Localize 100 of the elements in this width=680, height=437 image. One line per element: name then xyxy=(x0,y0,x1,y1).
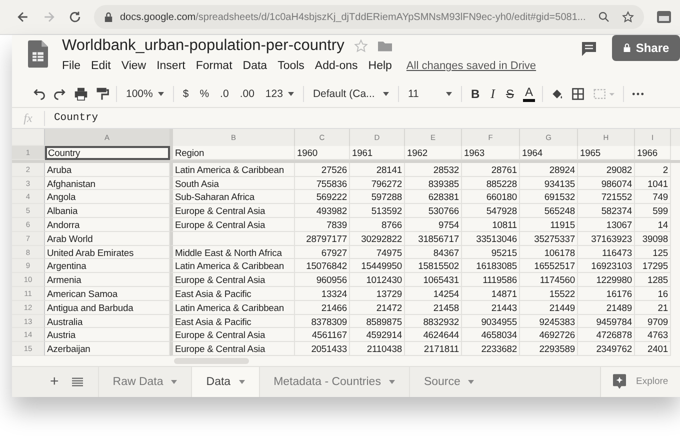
table-cell: 1965 xyxy=(580,147,600,158)
percent-button[interactable]: % xyxy=(198,88,212,100)
table-cell: 513592 xyxy=(371,205,402,216)
table-cell: 4592914 xyxy=(366,329,402,340)
table-cell: Sub-Saharan Africa xyxy=(175,191,254,202)
menu-item[interactable]: Format xyxy=(196,60,232,72)
menu-item[interactable]: Insert xyxy=(156,60,186,72)
table-cell: 33513046 xyxy=(476,232,517,244)
table-cell: Aruba xyxy=(47,164,72,175)
table-cell: American Samoa xyxy=(47,288,118,299)
table-cell: 14 xyxy=(658,218,668,230)
table-cell: 21458 xyxy=(433,302,459,313)
zoom-dropdown[interactable]: 100% xyxy=(124,88,166,100)
table-cell: 21466 xyxy=(321,302,347,313)
explore-button[interactable]: Explore xyxy=(600,366,680,397)
table-cell: 1964 xyxy=(522,147,542,158)
table-cell: 21 xyxy=(658,302,668,313)
table-cell: 1012430 xyxy=(366,274,402,286)
table-cell: 21472 xyxy=(376,302,402,313)
table-cell: 11915 xyxy=(550,218,575,230)
table-cell: 4658034 xyxy=(481,329,517,340)
address-bar[interactable]: docs.google.com/spreadsheets/d/1c0aH4sbjszKj_djTddERiemAYpSMNsM93lFN9ec-yh0/edit#gid=5081... xyxy=(94,5,644,29)
table-cell: 15076842 xyxy=(306,260,347,272)
table-cell: 14871 xyxy=(491,288,517,299)
table-cell: 1229980 xyxy=(596,274,632,286)
table-cell: 16 xyxy=(658,288,668,299)
share-button[interactable]: Share xyxy=(612,35,680,61)
save-status-link[interactable]: All changes saved in Drive xyxy=(406,60,536,72)
table-cell: 1963 xyxy=(464,147,484,158)
table-cell: 2 xyxy=(662,164,668,175)
font-dropdown[interactable]: Default (Ca... xyxy=(310,88,391,100)
table-cell: 660180 xyxy=(486,191,517,202)
table-cell: 1960 xyxy=(297,147,318,158)
decrease-decimals-button[interactable]: .0 xyxy=(218,88,231,100)
increase-decimals-button[interactable]: .00 xyxy=(238,88,256,100)
table-cell: Latin America & Caribbean xyxy=(175,302,284,313)
menu-item[interactable]: Add-ons xyxy=(314,60,358,72)
table-cell: 1041 xyxy=(648,178,668,189)
table-cell: 84367 xyxy=(433,246,459,258)
document-title[interactable]: Worldbank_urban-population-per-country xyxy=(62,37,344,55)
table-cell: Argentina xyxy=(47,260,86,272)
table-cell: 960956 xyxy=(316,274,347,286)
table-cell: Europe & Central Asia xyxy=(175,329,266,340)
table-cell: 1962 xyxy=(407,147,428,158)
menu-item[interactable]: Tools xyxy=(278,60,304,72)
table-cell: 4692726 xyxy=(539,329,575,340)
table-cell: Azerbaijan xyxy=(47,343,90,354)
table-cell: 721552 xyxy=(601,191,632,202)
table-cell: 8832932 xyxy=(423,316,459,327)
table-cell: 17295 xyxy=(642,260,668,272)
table-cell: 8766 xyxy=(382,218,402,230)
table-cell: Middle East & North Africa xyxy=(175,246,282,258)
currency-button[interactable]: $ xyxy=(180,88,191,100)
table-cell: 10811 xyxy=(492,218,517,230)
table-cell: Antigua and Barbuda xyxy=(47,302,134,313)
table-cell: 1961 xyxy=(352,147,372,158)
table-cell: 74975 xyxy=(376,246,402,258)
italic-button[interactable]: I xyxy=(488,86,497,102)
menu-item[interactable]: Data xyxy=(242,60,268,72)
number-format-dropdown[interactable]: 123 xyxy=(263,88,296,100)
table-cell: 15522 xyxy=(549,288,575,299)
table-cell: 8378309 xyxy=(311,316,347,327)
table-cell: 885228 xyxy=(486,178,517,189)
sheet-tab[interactable]: Source xyxy=(408,366,488,397)
table-cell: 1285 xyxy=(648,274,668,286)
table-cell: 16183085 xyxy=(476,260,517,272)
font-size-dropdown[interactable]: 11 xyxy=(406,88,454,100)
table-cell: 9459784 xyxy=(596,316,632,327)
text-color-button[interactable]: A xyxy=(522,86,535,102)
table-cell: Europe & Central Asia xyxy=(175,274,266,286)
formula-field[interactable]: Country xyxy=(54,112,98,124)
table-cell: 21449 xyxy=(549,302,575,313)
table-cell: Albania xyxy=(47,205,78,216)
table-cell: 28797177 xyxy=(306,232,347,244)
menu-item[interactable]: Edit xyxy=(91,60,111,72)
table-cell: 125 xyxy=(652,246,668,258)
menu-item[interactable]: View xyxy=(121,60,146,72)
table-cell: South Asia xyxy=(175,178,219,189)
strikethrough-button[interactable]: S xyxy=(504,87,516,101)
sheet-tab[interactable]: Data xyxy=(191,366,259,397)
sheet-tab[interactable]: Metadata - Countries xyxy=(258,366,409,397)
table-cell: Europe & Central Asia xyxy=(175,205,266,216)
table-cell: 986074 xyxy=(601,178,632,189)
table-cell: 691532 xyxy=(544,191,575,202)
table-cell: 2293589 xyxy=(539,343,575,354)
table-cell: 67927 xyxy=(321,246,347,258)
menu-item[interactable]: File xyxy=(62,60,81,72)
table-cell: 4561167 xyxy=(312,329,347,340)
bold-button[interactable]: B xyxy=(468,87,482,101)
table-cell: 95215 xyxy=(491,246,517,258)
menu-item[interactable]: Help xyxy=(368,60,392,72)
table-cell: 599 xyxy=(652,205,668,216)
formula-label: fx xyxy=(12,110,45,126)
table-cell: 13729 xyxy=(376,288,402,299)
table-cell: 749 xyxy=(652,191,668,202)
add-sheet-button[interactable]: + xyxy=(50,373,59,390)
table-cell: 1119586 xyxy=(482,274,517,286)
table-cell: 106178 xyxy=(544,246,575,258)
table-cell: 8589875 xyxy=(366,316,402,327)
table-cell: Austria xyxy=(47,329,76,340)
